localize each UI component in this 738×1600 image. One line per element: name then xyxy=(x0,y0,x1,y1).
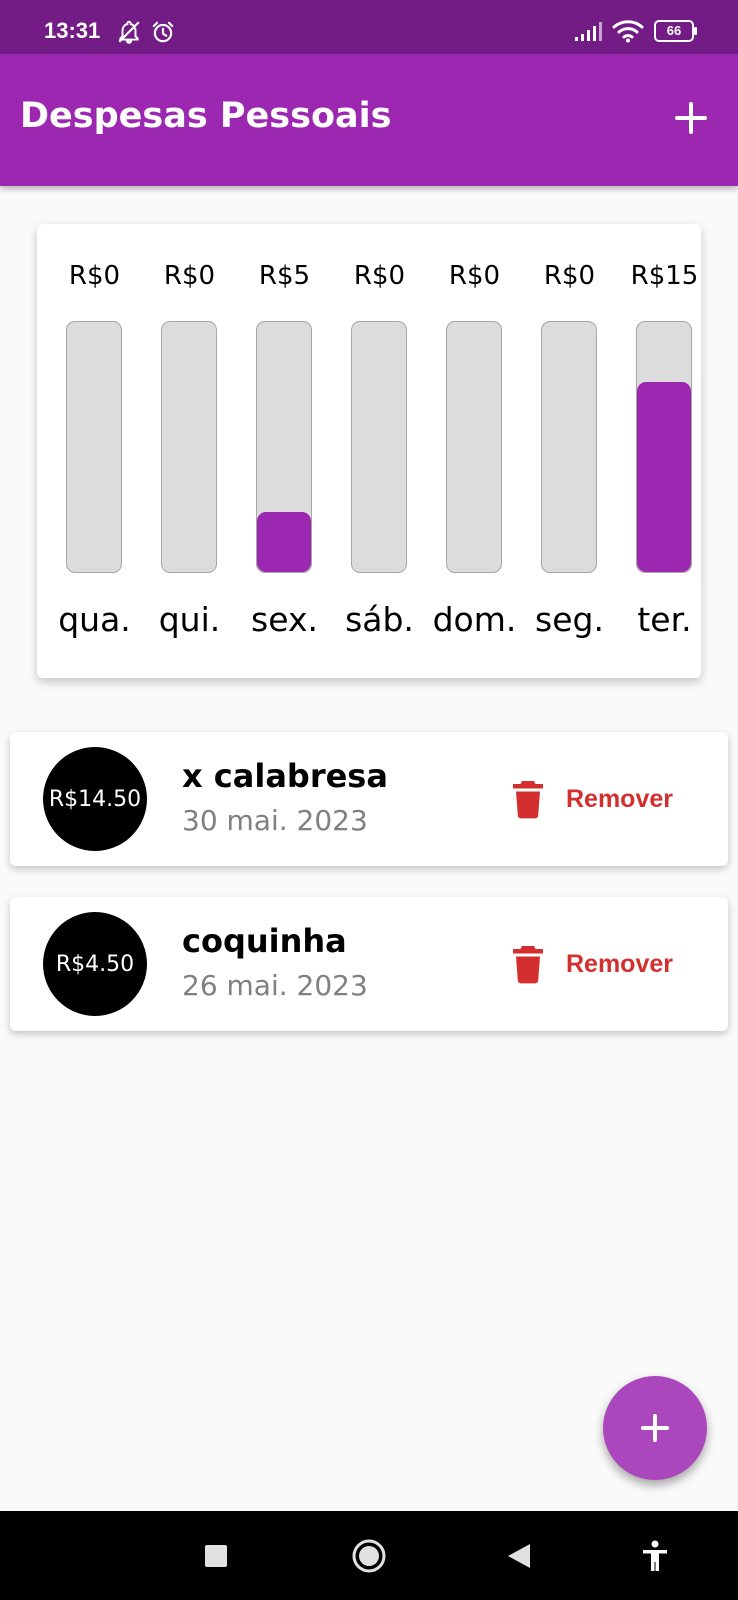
status-bar: 13:31 66 xyxy=(0,0,738,54)
remove-label: Remover xyxy=(566,949,673,978)
home-button[interactable] xyxy=(346,1533,392,1579)
remove-label: Remover xyxy=(566,784,673,813)
bar-track xyxy=(66,321,122,573)
status-time: 13:31 xyxy=(44,18,101,43)
day-label: ter. xyxy=(637,600,692,639)
bar-fill xyxy=(257,512,311,572)
accessibility-icon xyxy=(643,1540,667,1571)
battery-level: 66 xyxy=(666,23,682,38)
transaction-amount-avatar: R$14.50 xyxy=(43,747,147,851)
transaction-title: coquinha xyxy=(182,922,347,960)
system-nav-bar xyxy=(0,1511,738,1600)
bar-track xyxy=(256,321,312,573)
remove-button[interactable]: Remover xyxy=(510,776,673,822)
back-icon xyxy=(508,1544,530,1568)
bar-track xyxy=(446,321,502,573)
transaction-date: 26 mai. 2023 xyxy=(182,969,368,1002)
back-button[interactable] xyxy=(496,1533,542,1579)
status-right-icons: 66 xyxy=(574,19,698,43)
bar-fill xyxy=(637,382,691,572)
chart-bar-group: R$0 sáb. xyxy=(332,224,427,678)
bar-track xyxy=(636,321,692,573)
transaction-title: x calabresa xyxy=(182,757,388,795)
bar-track xyxy=(351,321,407,573)
bar-track xyxy=(541,321,597,573)
transaction-amount-avatar: R$4.50 xyxy=(43,912,147,1016)
chart-bar-group: R$0 qua. xyxy=(47,224,142,678)
bar-track xyxy=(161,321,217,573)
signal-icon xyxy=(575,22,602,41)
add-expense-button[interactable] xyxy=(665,92,717,144)
fab-add-button[interactable] xyxy=(603,1376,707,1480)
transaction-card: R$14.50 x calabresa 30 mai. 2023 Remover xyxy=(10,732,728,866)
chart-bar-group: R$15 ter. xyxy=(617,224,712,678)
accessibility-button[interactable] xyxy=(632,1533,678,1579)
plus-icon xyxy=(675,102,707,134)
recents-button[interactable] xyxy=(193,1533,239,1579)
trash-icon xyxy=(513,781,543,819)
alarm-icon xyxy=(152,21,174,43)
bar-value-label: R$15 xyxy=(630,261,699,291)
transaction-card: R$4.50 coquinha 26 mai. 2023 Remover xyxy=(10,897,728,1031)
home-icon xyxy=(352,1539,386,1573)
battery-icon: 66 xyxy=(654,20,698,42)
chart-bar-group: R$0 qui. xyxy=(142,224,237,678)
trash-icon xyxy=(513,946,543,984)
wifi-icon xyxy=(612,20,644,43)
recents-icon xyxy=(205,1545,227,1567)
status-left-icons xyxy=(116,19,176,45)
chart-bar-group: R$0 dom. xyxy=(427,224,522,678)
app-bar: Despesas Pessoais xyxy=(0,54,738,186)
page-title: Despesas Pessoais xyxy=(20,96,392,136)
plus-icon xyxy=(641,1414,669,1442)
remove-button[interactable]: Remover xyxy=(510,941,673,987)
chart-bar-group: R$5 sex. xyxy=(237,224,332,678)
transaction-date: 30 mai. 2023 xyxy=(182,804,368,837)
chart-bar-group: R$0 seg. xyxy=(522,224,617,678)
notifications-off-icon xyxy=(118,20,140,44)
weekly-chart: R$0 qua. R$0 qui. R$5 sex. R$0 sáb. R$0 … xyxy=(37,224,701,678)
